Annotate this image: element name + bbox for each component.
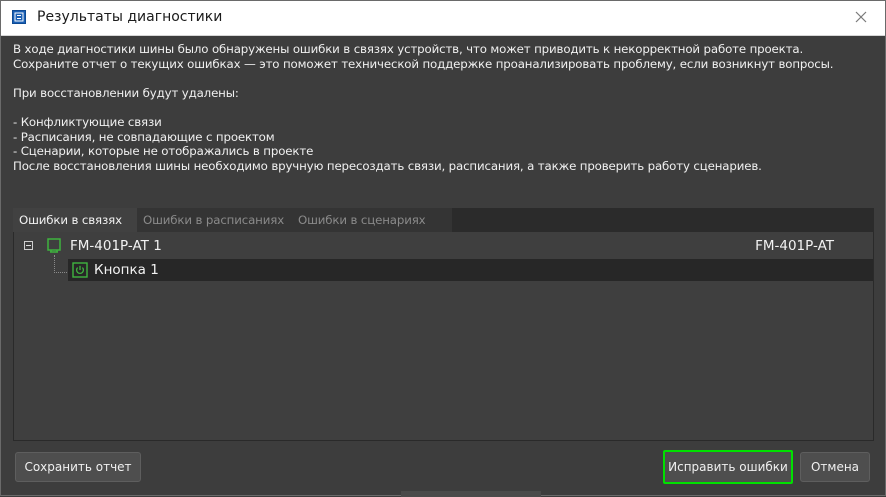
tab-schedule-errors[interactable]: Ошибки в расписаниях — [137, 208, 292, 232]
window-title: Результаты диагностики — [37, 9, 223, 25]
message-line: При восстановлении будут удалены: — [13, 85, 239, 100]
cancel-button[interactable]: Отмена — [800, 452, 870, 482]
power-button-icon — [72, 262, 88, 278]
message-list-item: - Конфликтующие связи — [13, 114, 162, 129]
message-line: В ходе диагностики шины было обнаружены … — [13, 42, 804, 56]
message-list-item: - Сценарии, которые не отображались в пр… — [13, 144, 314, 159]
footer-edge — [401, 491, 541, 497]
app-icon — [12, 10, 26, 24]
diagnostics-message: В ходе диагностики шины было обнаружены … — [13, 42, 879, 173]
button-name: Кнопка 1 — [94, 262, 159, 278]
collapse-icon[interactable] — [24, 241, 33, 250]
close-button[interactable] — [851, 7, 871, 27]
tree-connector — [54, 255, 56, 273]
tab-link-errors[interactable]: Ошибки в связях — [13, 208, 137, 232]
message-list-item: - Расписания, не совпадающие с проектом — [13, 129, 275, 144]
save-report-button[interactable]: Сохранить отчет — [15, 452, 141, 482]
fix-errors-button[interactable]: Исправить ошибки — [663, 450, 793, 484]
error-tree: FM-401P-AT 1 FM-401P-AT Кнопка 1 — [13, 232, 874, 441]
error-tabs: Ошибки в связях Ошибки в расписаниях Оши… — [13, 208, 874, 232]
message-line: После восстановления шины необходимо вру… — [13, 158, 762, 173]
title-bar: Результаты диагностики — [1, 1, 885, 36]
device-name: FM-401P-AT 1 — [70, 238, 162, 254]
tree-connector — [54, 272, 67, 274]
diagnostics-dialog: Результаты диагностики В ходе диагностик… — [0, 0, 886, 497]
device-icon — [47, 238, 61, 253]
message-line: Сохраните отчет о текущих ошибках — это … — [13, 56, 834, 71]
tree-row-button[interactable]: Кнопка 1 — [68, 259, 873, 281]
device-model: FM-401P-AT — [755, 238, 834, 254]
tab-scenario-errors[interactable]: Ошибки в сценариях — [292, 208, 452, 232]
tree-row-device[interactable]: FM-401P-AT 1 FM-401P-AT — [14, 236, 873, 256]
close-icon — [855, 11, 867, 23]
